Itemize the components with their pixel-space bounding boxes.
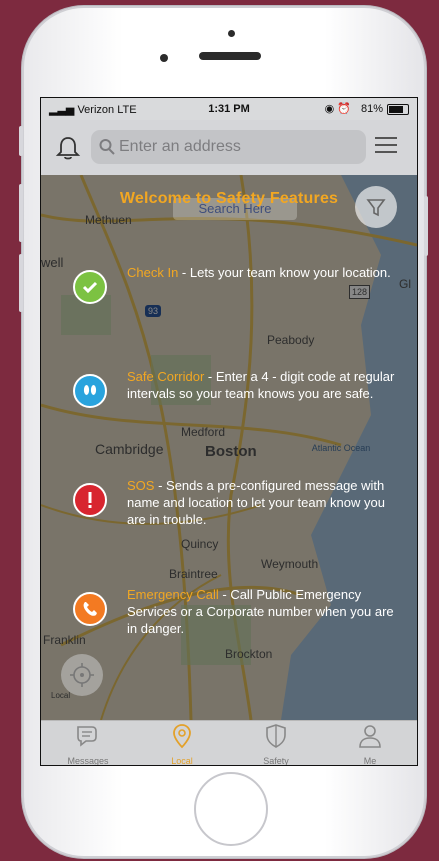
tab-label: Local (171, 756, 193, 766)
messages-icon (77, 726, 97, 747)
shield-icon (266, 724, 286, 748)
tab-messages[interactable]: Messages (41, 723, 135, 766)
volume-down-button (19, 254, 23, 312)
alert-icon (73, 483, 107, 517)
tab-me[interactable]: Me (323, 723, 417, 766)
earpiece-speaker (199, 52, 261, 60)
bell-icon[interactable] (55, 135, 81, 161)
phone-screen: Methuen well Peabody Cambridge Medford B… (40, 97, 418, 766)
footprints-icon (73, 374, 107, 408)
feature-description: Emergency Call - Call Public Emergency S… (127, 587, 394, 636)
tab-label: Messages (67, 756, 109, 766)
feature-description: Safe Corridor - Enter a 4 - digit code a… (127, 369, 395, 401)
home-button[interactable] (194, 772, 268, 846)
crosshair-icon (70, 663, 94, 687)
power-button (424, 196, 428, 256)
menu-icon[interactable] (375, 137, 397, 157)
location-pin-icon (173, 724, 191, 749)
sensor (228, 30, 235, 37)
alarm-icon: ◉ ⏰ (324, 103, 351, 115)
battery-percent: 81% (360, 103, 383, 115)
feature-description: Check In - Lets your team know your loca… (127, 265, 391, 280)
filter-button[interactable] (355, 186, 397, 228)
person-icon (359, 725, 381, 748)
tab-local[interactable]: Local (135, 723, 229, 766)
feature-description: SOS - Sends a pre-configured message wit… (127, 478, 385, 527)
filter-icon (366, 199, 386, 217)
feature-overlay[interactable] (41, 175, 417, 720)
status-bar: ▂▃▅ Verizon LTE 1:31 PM ◉ ⏰ 81% (41, 98, 417, 120)
search-icon (99, 139, 115, 155)
tab-safety[interactable]: Safety (229, 723, 323, 766)
tab-bar: Messages Local Safety Me (41, 720, 417, 766)
volume-up-button (19, 184, 23, 242)
mute-switch (19, 126, 23, 156)
check-icon (73, 270, 107, 304)
front-camera (160, 54, 168, 62)
tab-label: Safety (263, 756, 289, 766)
app-header: Enter an address (41, 120, 417, 175)
address-search-input[interactable]: Enter an address (91, 130, 366, 164)
locate-me-button[interactable] (61, 654, 103, 696)
tab-label: Me (363, 756, 377, 766)
battery-icon (387, 104, 409, 115)
phone-icon (73, 592, 107, 626)
search-placeholder: Enter an address (119, 138, 241, 155)
